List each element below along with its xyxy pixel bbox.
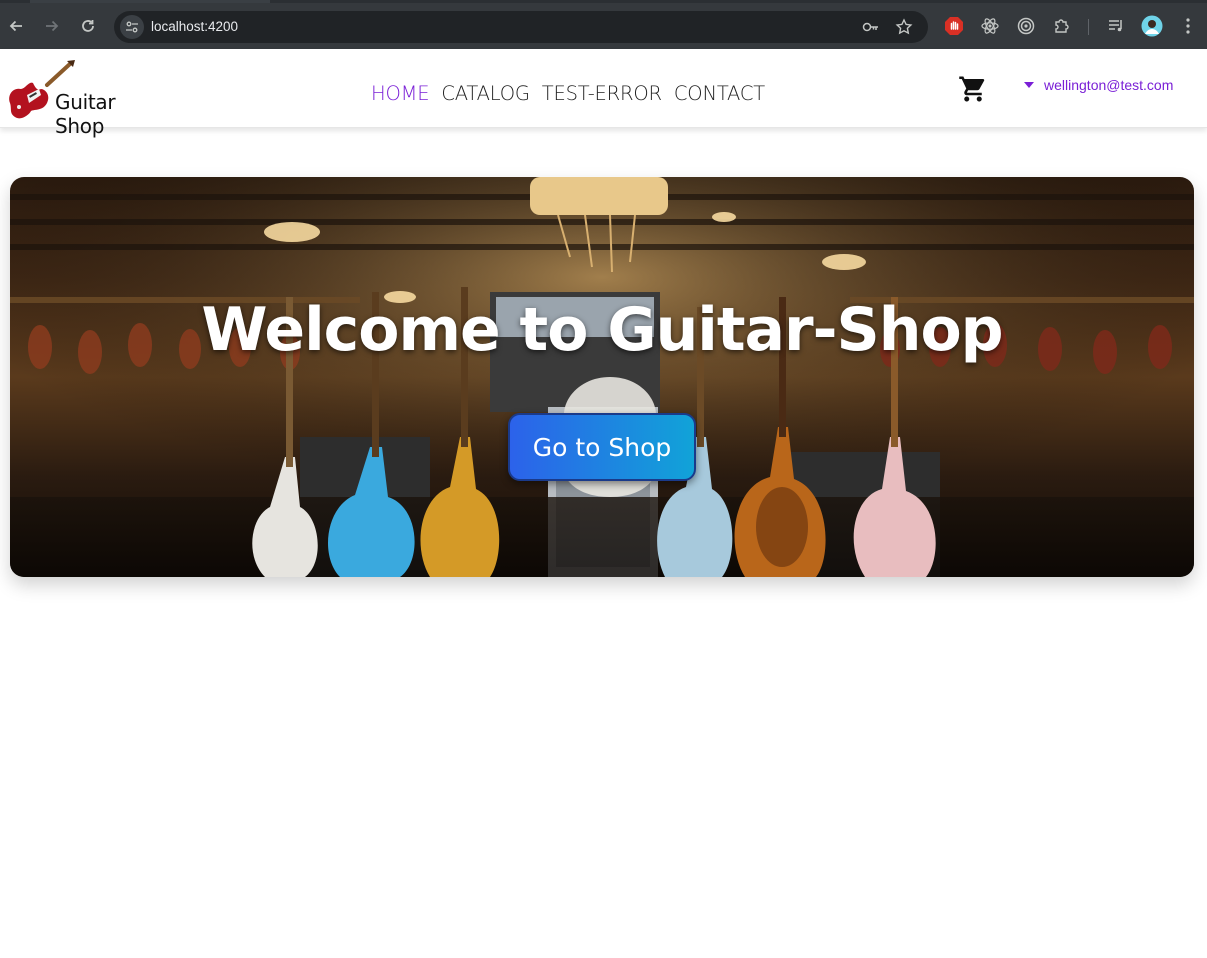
user-menu[interactable]: wellington@test.com: [1024, 77, 1173, 93]
tune-icon[interactable]: [120, 15, 144, 39]
main-nav: HOME CATALOG TEST-ERROR CONTACT: [371, 82, 765, 105]
kebab-menu-icon[interactable]: [1176, 14, 1200, 38]
hero-banner: Welcome to Guitar-Shop Go to Shop: [10, 177, 1194, 577]
nav-catalog[interactable]: CATALOG: [441, 82, 530, 105]
stop-hand-icon[interactable]: [942, 14, 966, 38]
key-icon[interactable]: [860, 16, 882, 38]
browser-toolbar: localhost:4200: [0, 3, 1207, 49]
arrow-left-icon[interactable]: [4, 14, 28, 38]
cart-icon[interactable]: [958, 74, 988, 104]
url-text[interactable]: localhost:4200: [151, 19, 238, 34]
playlist-icon[interactable]: [1104, 14, 1128, 38]
react-icon[interactable]: [978, 14, 1002, 38]
reload-icon[interactable]: [76, 14, 100, 38]
arrow-right-icon[interactable]: [40, 14, 64, 38]
go-to-shop-button[interactable]: Go to Shop: [508, 413, 696, 481]
logo-text[interactable]: Guitar Shop: [55, 90, 167, 138]
toolbar-divider: [1088, 19, 1089, 35]
nav-home[interactable]: HOME: [371, 82, 430, 105]
nav-test-error[interactable]: TEST-ERROR: [542, 82, 662, 105]
hero-title: Welcome to Guitar-Shop: [201, 295, 1003, 365]
nav-contact[interactable]: CONTACT: [674, 82, 765, 105]
target-icon[interactable]: [1014, 14, 1038, 38]
puzzle-icon[interactable]: [1050, 14, 1074, 38]
logo[interactable]: Guitar Shop: [7, 59, 167, 138]
site-header: Guitar Shop HOME CATALOG TEST-ERROR CONT…: [0, 49, 1207, 138]
avatar[interactable]: [1140, 14, 1164, 38]
address-bar[interactable]: localhost:4200: [114, 11, 928, 43]
star-icon[interactable]: [893, 16, 915, 38]
guitar-store-image: [10, 177, 1194, 577]
caret-down-icon: [1024, 82, 1034, 88]
user-email[interactable]: wellington@test.com: [1044, 77, 1173, 93]
